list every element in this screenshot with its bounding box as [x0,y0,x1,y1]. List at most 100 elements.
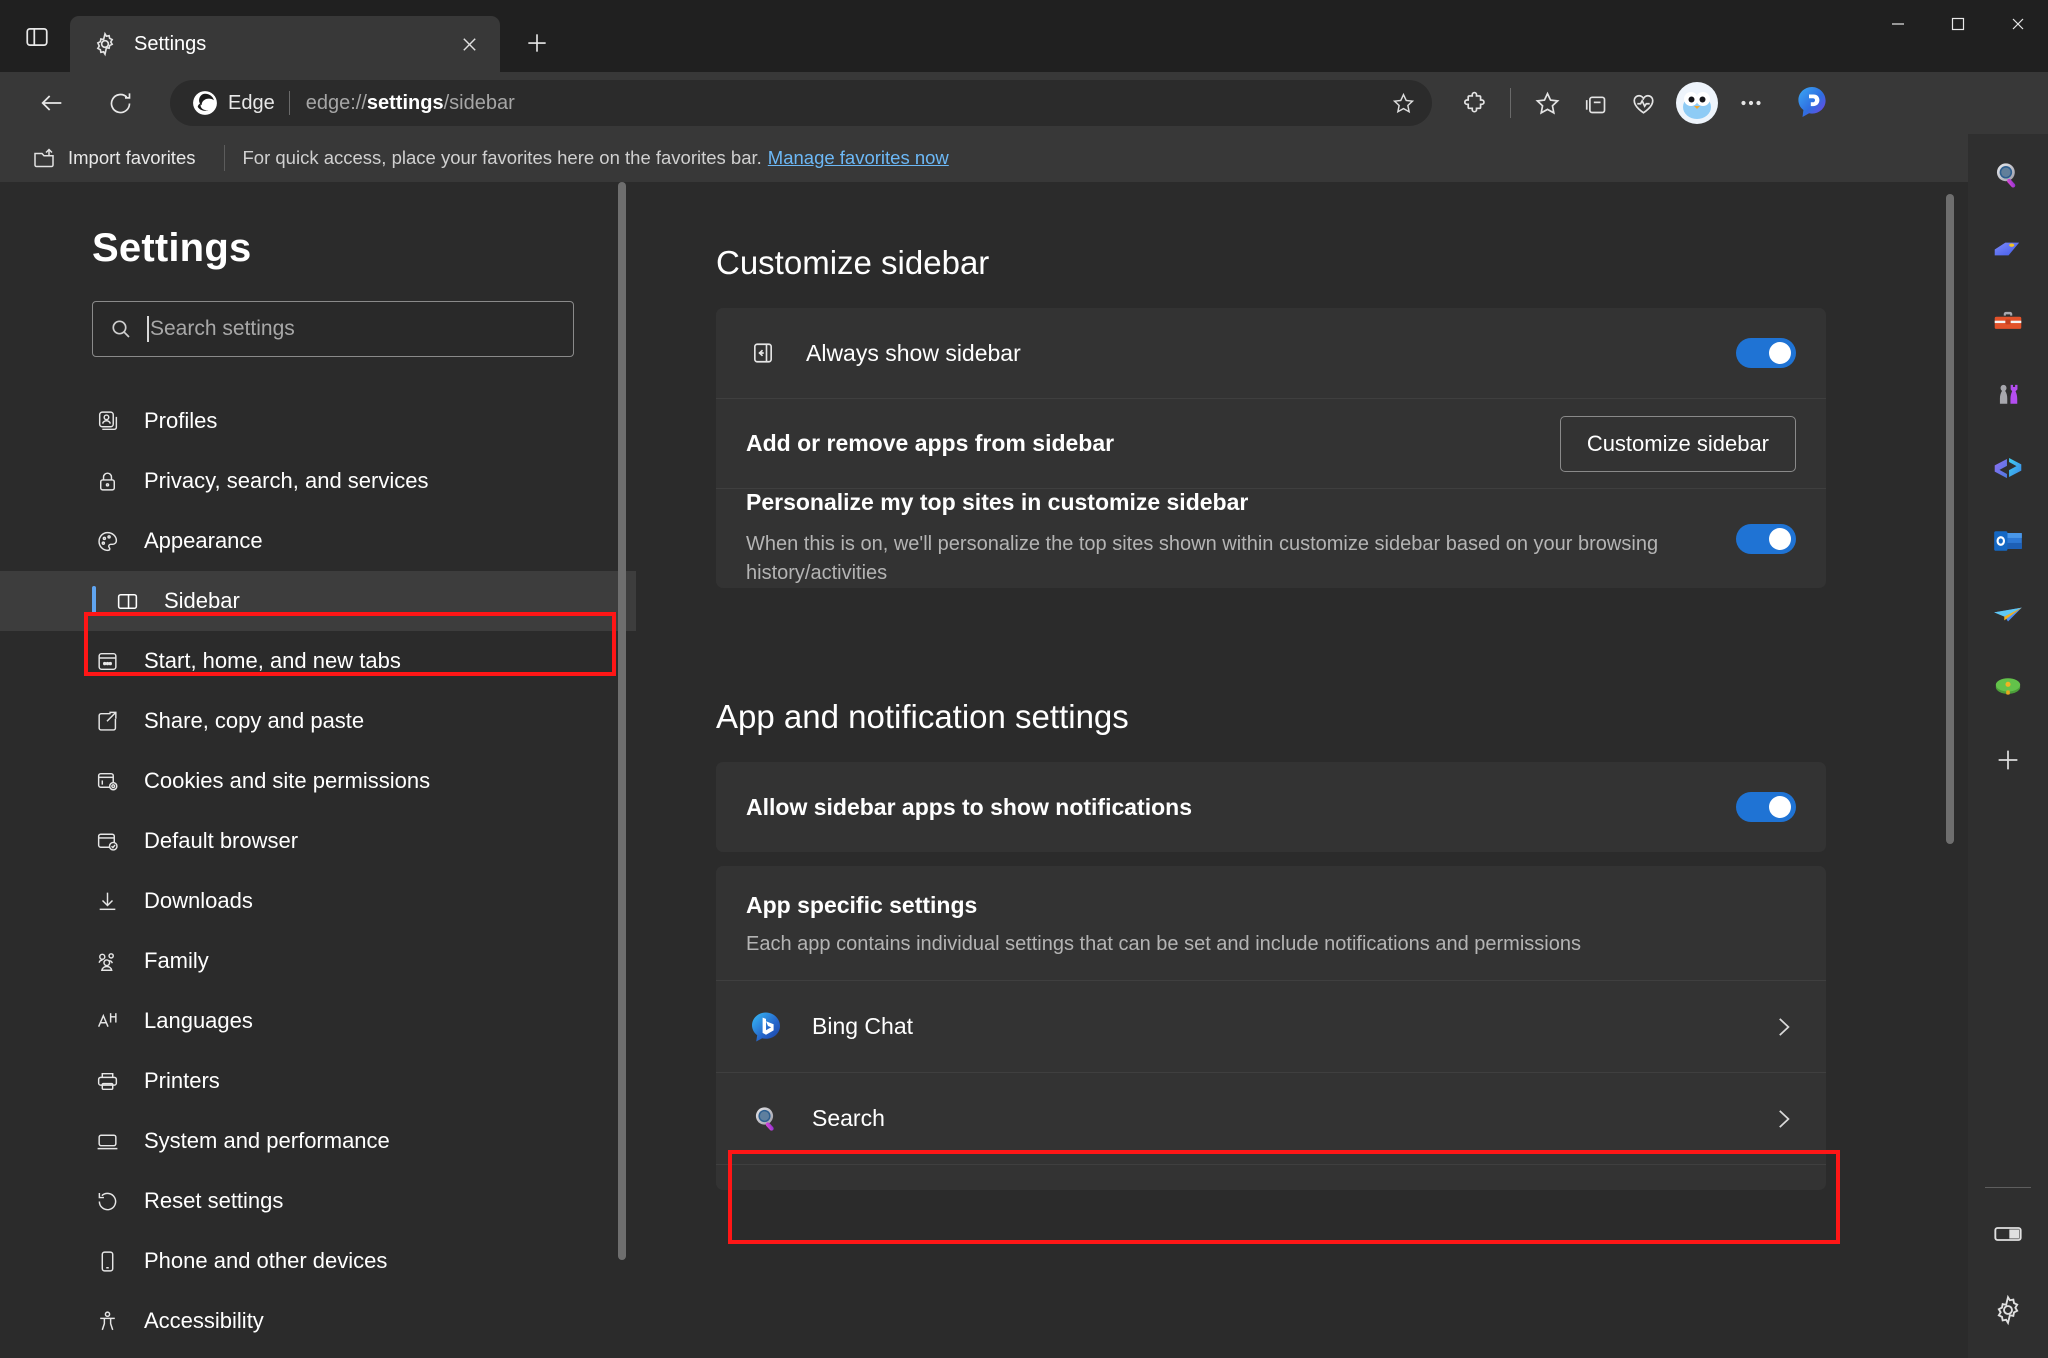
sidebar-item-reset-settings[interactable]: Reset settings [0,1171,636,1231]
default-browser-icon [92,829,122,854]
allow-notifications-toggle[interactable] [1736,792,1796,822]
sidebar-item-profiles[interactable]: Profiles [0,391,636,451]
chevron-right-icon [1770,1106,1796,1132]
nav-scrollbar-thumb[interactable] [618,182,626,1260]
favorites-icon[interactable] [1523,79,1571,127]
allow-notifications-row[interactable]: Allow sidebar apps to show notifications [716,762,1826,852]
settings-navigation: Settings Search settings Profiles Privac… [0,182,636,1358]
nav-label: Default browser [144,828,299,853]
personalize-top-sites-toggle[interactable] [1736,523,1796,554]
toggle-knob [1769,527,1791,550]
sidebar-item-printers[interactable]: Printers [0,1051,636,1111]
allow-notifications-card: Allow sidebar apps to show notifications [716,762,1826,852]
sidebar-item-languages[interactable]: Languages [0,991,636,1051]
gaming-icon[interactable] [1980,659,2036,715]
sidebar-item-privacy[interactable]: Privacy, search, and services [0,451,636,511]
edge-sidebar [1968,134,2048,1358]
sidebar-item-phone-devices[interactable]: Phone and other devices [0,1231,636,1291]
new-tab-button[interactable] [514,20,560,66]
minimize-button[interactable] [1868,0,1928,48]
app-row-partial[interactable] [716,1164,1826,1190]
printer-icon [92,1069,122,1094]
text-cursor [147,316,149,342]
games-icon[interactable] [1980,367,2036,423]
nav-label: Reset settings [144,1188,284,1213]
search-icon[interactable] [1980,148,2036,204]
sidebar-item-accessibility[interactable]: Accessibility [0,1291,636,1351]
split-screen-icon[interactable] [1980,1206,2036,1262]
nav-label: Sidebar [164,588,240,613]
back-button[interactable] [28,79,76,127]
extensions-icon[interactable] [1450,79,1498,127]
profile-avatar[interactable] [1673,79,1721,127]
page-title: Settings [92,226,252,270]
nav-label: Privacy, search, and services [144,468,429,493]
always-show-sidebar-row[interactable]: Always show sidebar [716,308,1826,398]
personalize-top-sites-row[interactable]: Personalize my top sites in customize si… [716,488,1826,588]
favorites-bar-divider [223,145,225,171]
sidebar-item-share-copy-paste[interactable]: Share, copy and paste [0,691,636,751]
omnibox-divider [288,91,290,115]
nav-label: Accessibility [144,1308,264,1333]
sidebar-item-sidebar[interactable]: Sidebar [0,571,636,631]
reset-icon [92,1189,122,1214]
sidebar-item-system[interactable]: System and performance [0,1111,636,1171]
settings-and-more-icon[interactable] [1727,79,1775,127]
nav-label: Printers [144,1068,220,1093]
palette-icon [92,529,122,554]
personalize-top-sites-label: Personalize my top sites in customize si… [746,489,1249,515]
browser-essentials-icon[interactable] [1619,79,1667,127]
sidebar-item-default-browser[interactable]: Default browser [0,811,636,871]
search-settings-input[interactable]: Search settings [92,301,574,357]
copilot-icon[interactable] [1785,76,1839,130]
office-icon[interactable] [1980,440,2036,496]
nav-scrollbar[interactable] [618,182,626,1282]
content-scrollbar[interactable] [1946,194,1954,1344]
close-tab-icon[interactable] [452,27,486,61]
sidebar-item-appearance[interactable]: Appearance [0,511,636,571]
tab-actions-button[interactable] [14,14,60,60]
app-row-bing-chat[interactable]: Bing Chat [716,980,1826,1072]
browser-tab[interactable]: Settings [70,16,500,72]
drop-icon[interactable] [1980,586,2036,642]
import-favorites-button[interactable]: Import favorites [22,141,206,175]
sidebar-item-start-home[interactable]: Start, home, and new tabs [0,631,636,691]
collections-icon[interactable] [1571,79,1619,127]
nav-label: Family [144,948,209,973]
reload-button[interactable] [96,79,144,127]
address-bar[interactable]: Edge edge://settings/sidebar [170,80,1432,126]
manage-favorites-link[interactable]: Manage favorites now [768,147,949,169]
url-path: /sidebar [443,91,515,114]
accessibility-icon [92,1309,122,1334]
settings-content: Customize sidebar Always show sidebar Ad… [636,182,1968,1358]
plus-icon[interactable] [1980,732,2036,788]
browser-toolbar: Edge edge://settings/sidebar [0,72,2048,134]
search-magnifier-icon [746,1103,786,1135]
section-heading-app-notification: App and notification settings [716,698,1129,735]
toggle-knob [1769,342,1791,364]
gear-icon [92,31,118,57]
app-row-search[interactable]: Search [716,1072,1826,1164]
address-bar-url[interactable]: edge://settings/sidebar [306,92,1382,115]
outlook-icon[interactable] [1980,513,2036,569]
content-scrollbar-thumb[interactable] [1946,194,1954,844]
sidebar-item-family[interactable]: Family [0,931,636,991]
import-favorites-icon [32,146,56,170]
close-window-button[interactable] [1988,0,2048,48]
customize-sidebar-button[interactable]: Customize sidebar [1559,415,1796,472]
bing-chat-icon [746,1010,786,1044]
section-heading-customize-sidebar: Customize sidebar [716,244,990,281]
favorite-star-icon[interactable] [1382,82,1424,124]
lock-icon [92,469,122,494]
always-show-sidebar-toggle[interactable] [1736,338,1796,368]
sidebar-icon [112,589,142,614]
sidebar-item-downloads[interactable]: Downloads [0,871,636,931]
maximize-button[interactable] [1928,0,1988,48]
import-favorites-label: Import favorites [68,147,196,168]
sidebar-item-cookies[interactable]: Cookies and site permissions [0,751,636,811]
settings-gear-icon[interactable] [1980,1282,2036,1338]
shopping-tag-icon[interactable] [1980,221,2036,277]
tools-icon[interactable] [1980,294,2036,350]
customize-sidebar-card: Always show sidebar Add or remove apps f… [716,308,1826,588]
url-host: settings [366,91,444,114]
